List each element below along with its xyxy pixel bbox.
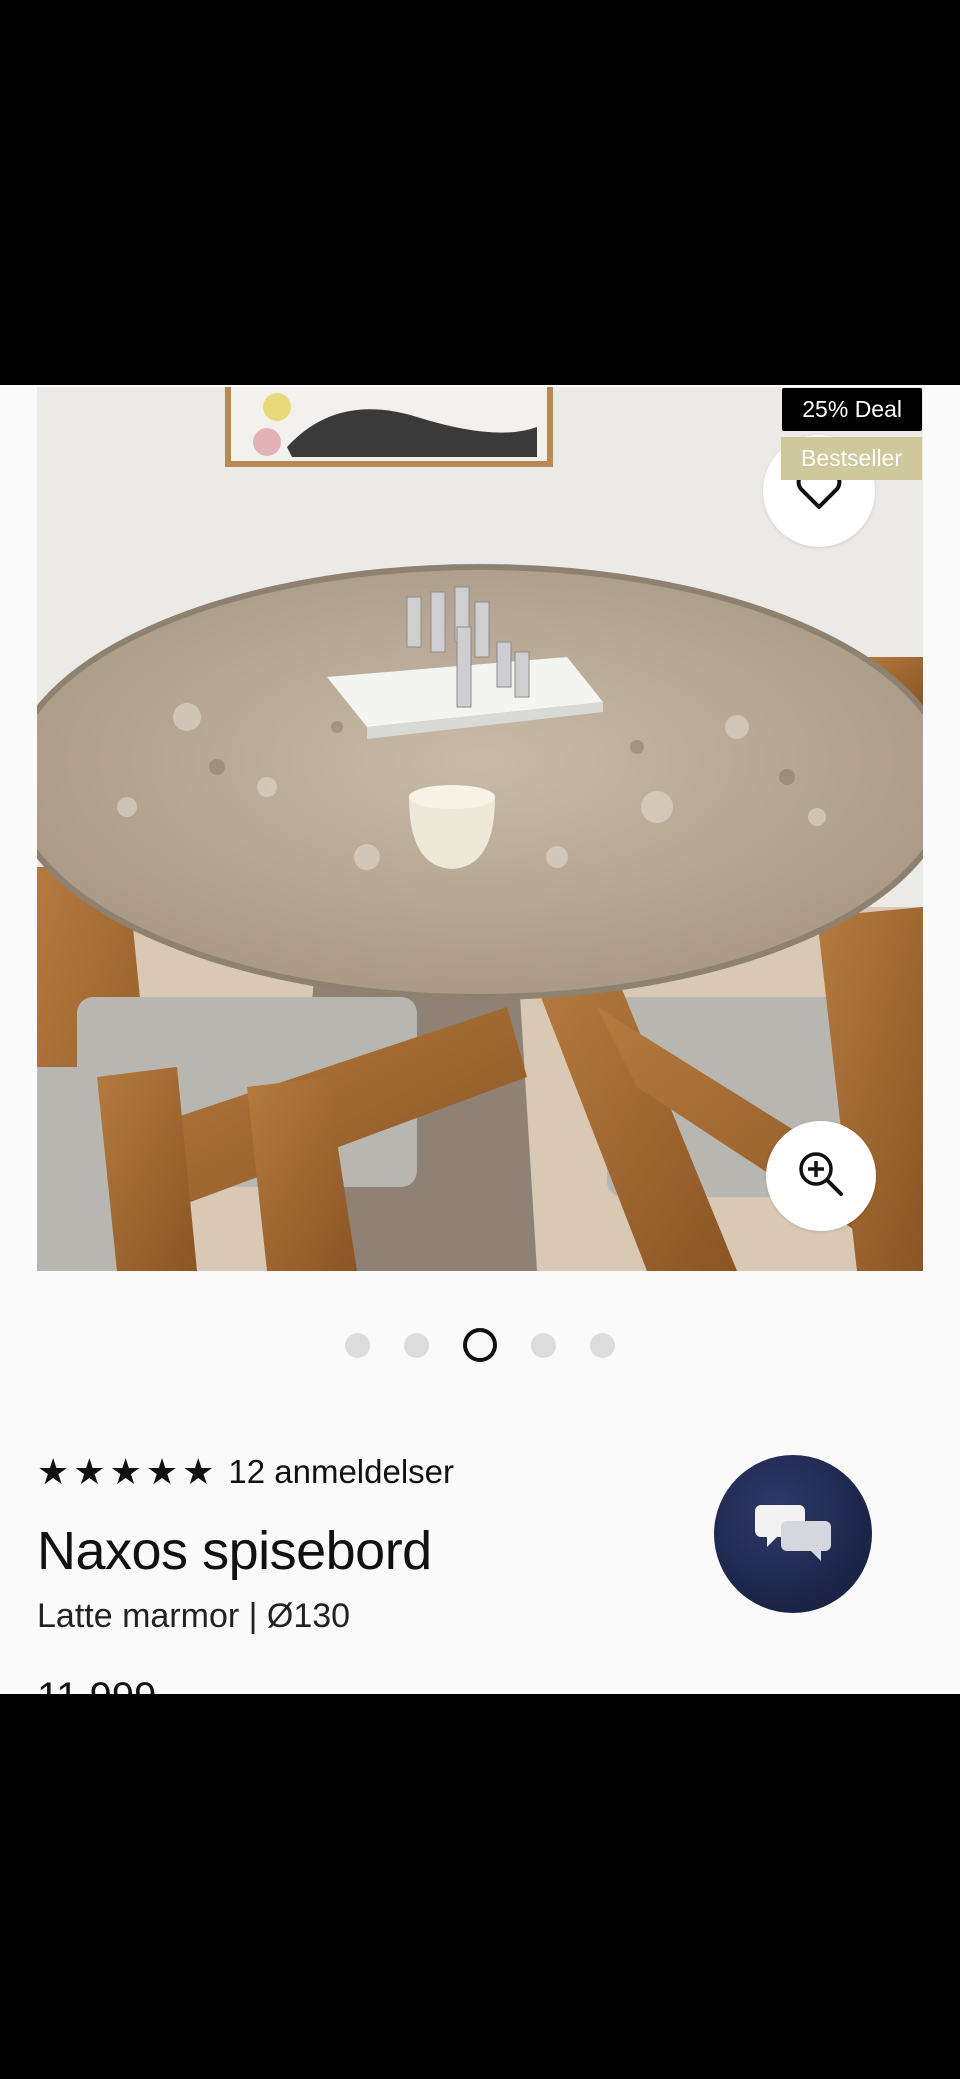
- product-page: 25% Deal Bestseller ★★★★★ 12 anmeldelser…: [0, 385, 960, 1694]
- chat-bubbles-icon: [755, 1501, 831, 1568]
- pagination-dot[interactable]: [345, 1332, 370, 1358]
- bottom-letterbox: [0, 1694, 960, 2079]
- pagination-dot[interactable]: [531, 1332, 556, 1358]
- zoom-button[interactable]: [766, 1121, 876, 1231]
- pagination-dot[interactable]: [404, 1332, 429, 1358]
- pagination-dot-active[interactable]: [463, 1328, 497, 1362]
- product-title: Naxos spisebord: [37, 1521, 432, 1581]
- chat-button[interactable]: [714, 1455, 872, 1613]
- product-price: 11.999,-: [37, 1675, 181, 1694]
- product-variant: Latte marmor | Ø130: [37, 1597, 351, 1635]
- pagination-dot[interactable]: [590, 1332, 615, 1358]
- top-letterbox: [0, 0, 960, 385]
- bestseller-badge: Bestseller: [781, 437, 922, 480]
- product-rating[interactable]: ★★★★★ 12 anmeldelser: [37, 1450, 454, 1494]
- review-count[interactable]: 12 anmeldelser: [228, 1453, 454, 1491]
- zoom-in-icon: [796, 1149, 846, 1204]
- deal-badge: 25% Deal: [782, 388, 922, 431]
- gallery-pagination: [0, 1325, 960, 1365]
- star-rating-icons: ★★★★★: [37, 1451, 219, 1493]
